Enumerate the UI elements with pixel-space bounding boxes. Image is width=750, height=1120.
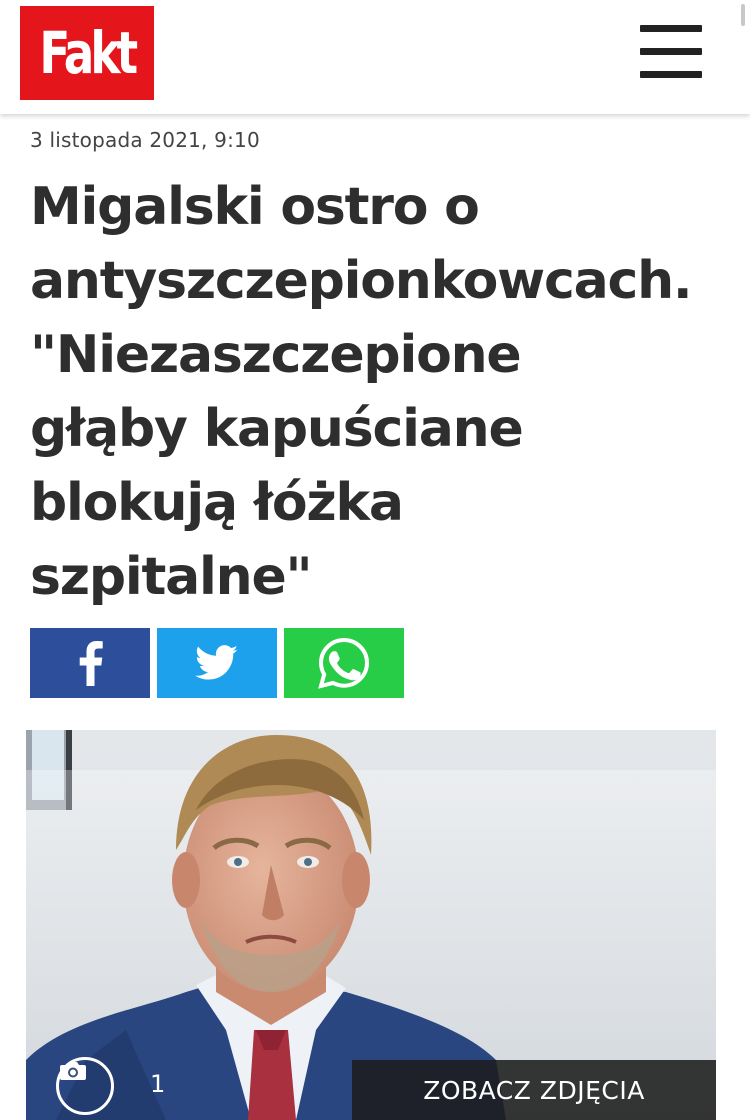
scrollbar[interactable]: [738, 0, 748, 30]
share-whatsapp-button[interactable]: [284, 628, 404, 698]
whatsapp-icon: [318, 637, 370, 689]
view-photos-button[interactable]: ZOBACZ ZDJĘCIA: [352, 1060, 716, 1120]
share-facebook-button[interactable]: [30, 628, 150, 698]
hamburger-menu-icon[interactable]: [640, 25, 702, 79]
title-line: antyszczepionkowcach.: [30, 251, 693, 311]
title-line: głąby kapuściane: [30, 399, 524, 459]
camera-icon[interactable]: [56, 1057, 114, 1115]
photo-count: 1: [150, 1070, 166, 1098]
logo-text: Fakt: [39, 19, 139, 87]
share-twitter-button[interactable]: [157, 628, 277, 698]
title-line: Migalski ostro o: [30, 177, 480, 237]
title-line: "Niezaszczepione: [30, 325, 522, 385]
site-header: Fakt: [0, 0, 750, 114]
facebook-icon: [79, 641, 103, 686]
fakt-logo[interactable]: Fakt: [20, 6, 154, 100]
article-title: Migalski ostro o antyszczepionkowcach. "…: [30, 170, 745, 614]
article-photo[interactable]: 1 ZOBACZ ZDJĘCIA: [26, 730, 716, 1120]
article-date: 3 listopada 2021, 9:10: [30, 128, 260, 152]
title-line: blokują łóżka: [30, 473, 404, 533]
twitter-icon: [195, 645, 238, 680]
camera-glyph: [60, 1062, 86, 1080]
title-line: szpitalne": [30, 547, 313, 607]
